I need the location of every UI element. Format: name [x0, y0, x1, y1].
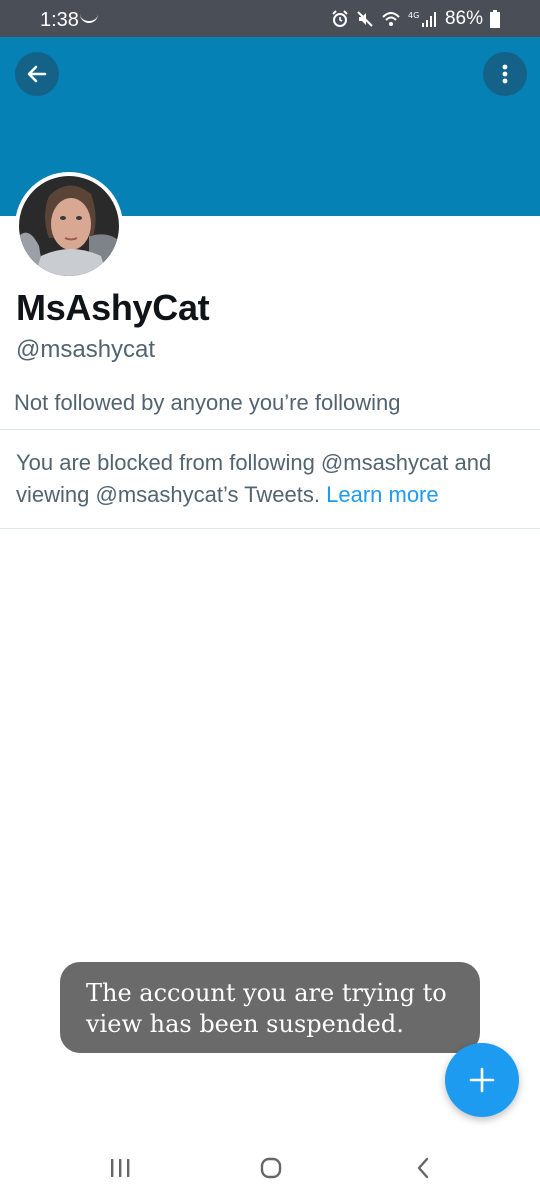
followers-note: Not followed by anyone you’re following [14, 390, 401, 415]
system-back-button[interactable] [403, 1154, 443, 1182]
notification-icon [80, 13, 98, 23]
signal-icon: 4G [408, 11, 436, 27]
divider [0, 429, 540, 430]
compose-tweet-button[interactable] [445, 1043, 519, 1117]
svg-text:4G: 4G [408, 11, 419, 20]
back-chevron-icon [417, 1157, 429, 1179]
home-icon [260, 1157, 282, 1179]
alarm-icon [332, 10, 348, 27]
toast-message: The account you are trying to view has b… [60, 962, 480, 1053]
status-icons: 4G 86% [331, 8, 500, 30]
arrow-left-icon [27, 65, 47, 83]
status-bar: 1:38 4G 86% [0, 0, 540, 37]
plus-icon [469, 1067, 495, 1093]
blocked-notice: You are blocked from following @msashyca… [16, 447, 526, 511]
system-navbar [0, 1136, 540, 1200]
avatar[interactable] [15, 172, 123, 280]
more-options-button[interactable] [483, 52, 527, 96]
recents-button[interactable] [100, 1154, 140, 1182]
mute-icon [357, 11, 373, 27]
recents-icon [111, 1159, 130, 1177]
wifi-icon [382, 12, 400, 26]
display-name: MsAshyCat [16, 287, 210, 328]
home-button[interactable] [251, 1154, 291, 1182]
user-handle: @msashycat [16, 336, 156, 363]
divider [0, 528, 540, 529]
learn-more-link[interactable]: Learn more [326, 482, 439, 507]
status-time: 1:38 [40, 9, 79, 31]
battery-icon [490, 10, 500, 28]
back-button[interactable] [15, 52, 59, 96]
more-vertical-icon [502, 64, 508, 84]
avatar-photo [19, 176, 119, 276]
battery-percent: 86% [444, 8, 483, 29]
